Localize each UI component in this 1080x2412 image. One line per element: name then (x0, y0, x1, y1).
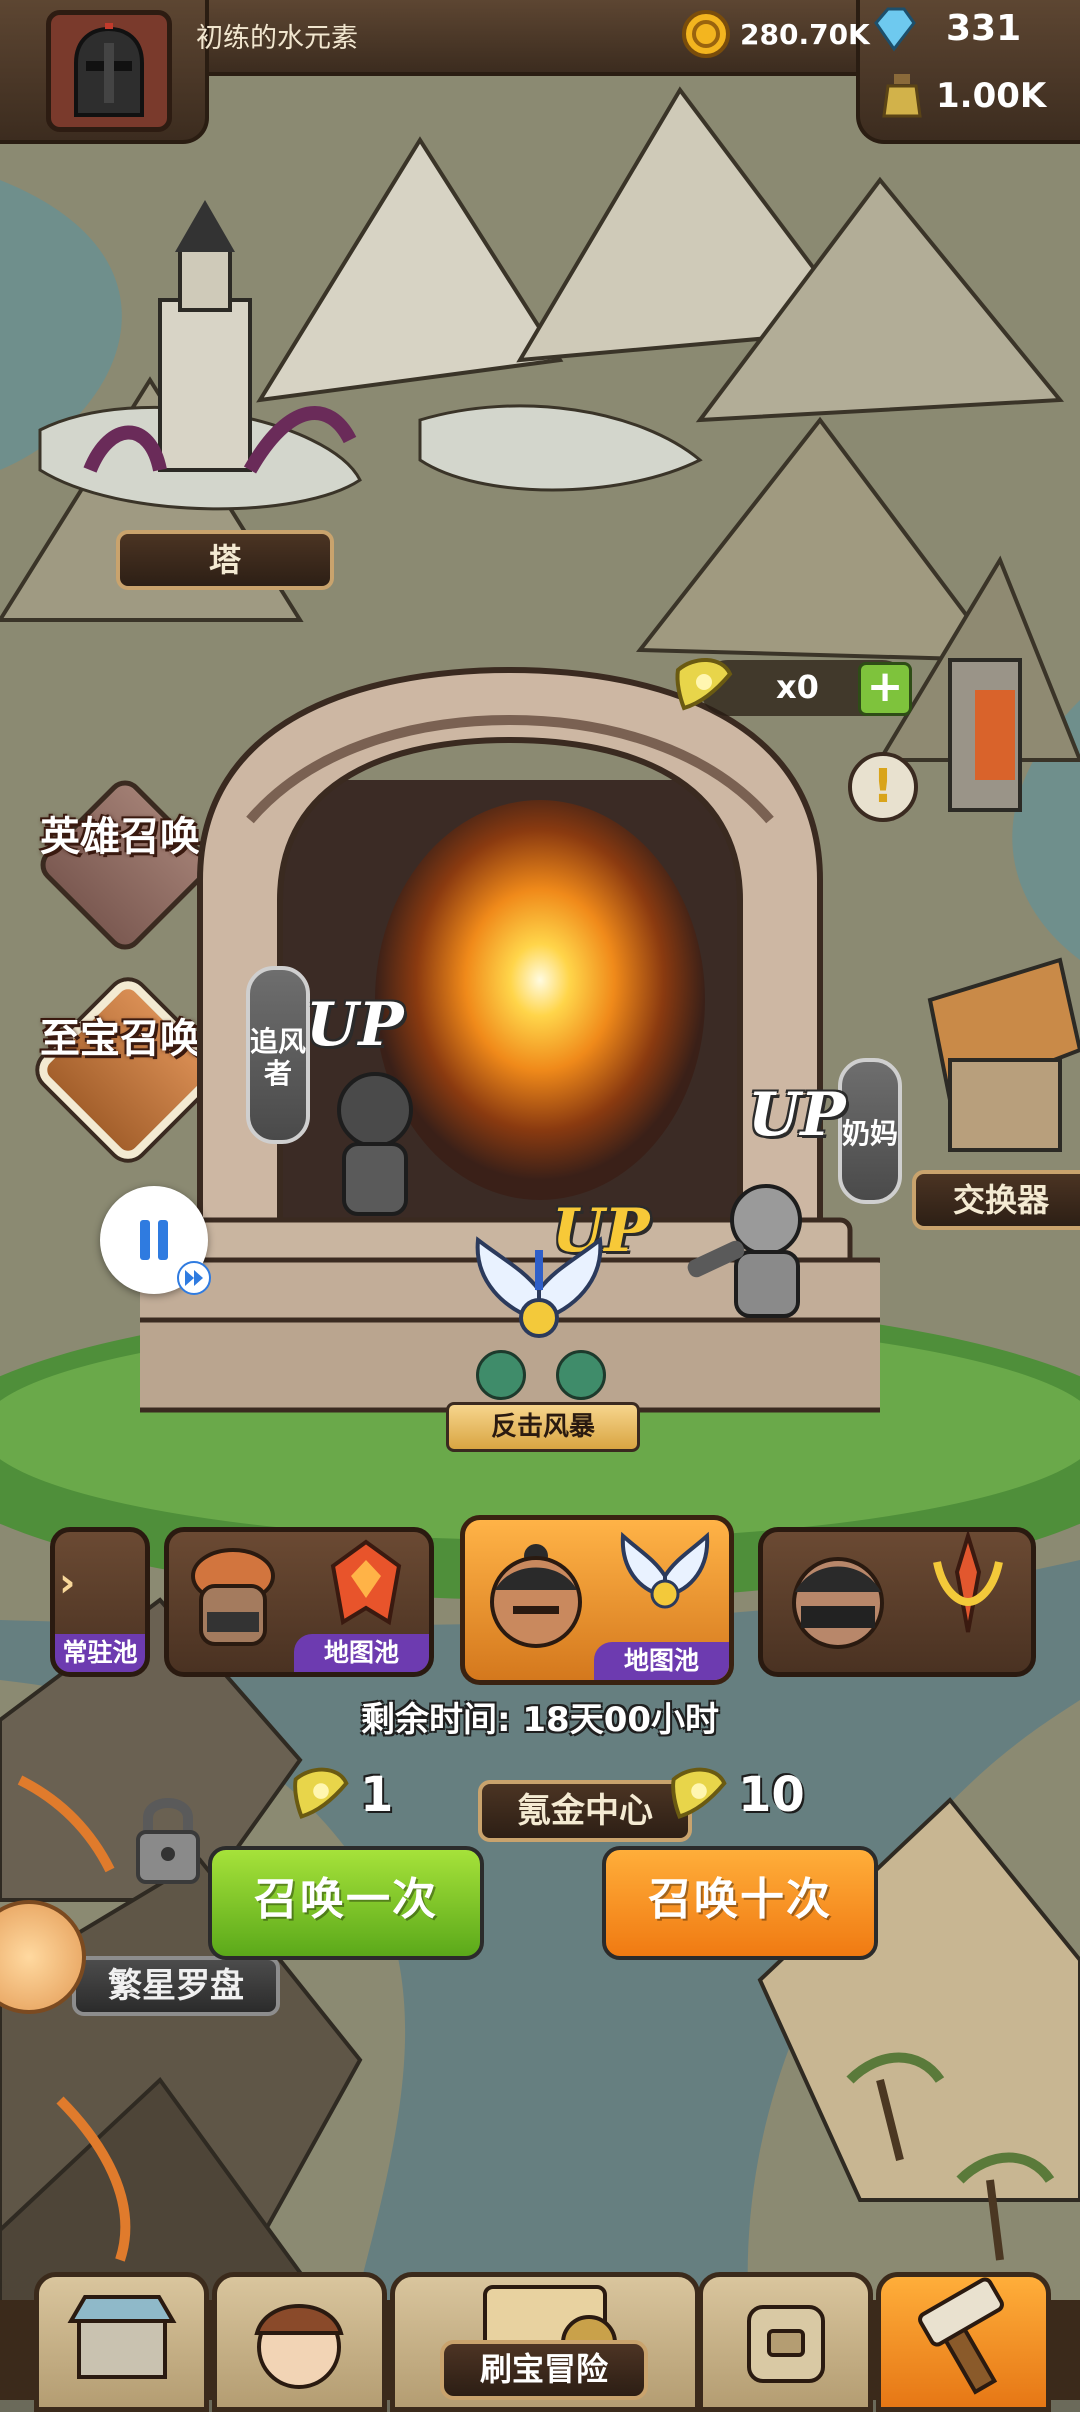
right-hero-up-label: UP (748, 1080, 846, 1150)
gold-coin-icon (682, 10, 730, 58)
hammer-icon (918, 2277, 1004, 2395)
adventure-label: 刷宝冒险 (440, 2340, 648, 2400)
star-compass-sign[interactable]: 繁星罗盘 (72, 1956, 280, 2016)
player-avatar[interactable] (46, 10, 172, 132)
hero-portrait-masked (792, 1557, 884, 1649)
single-summon-cost: 1 (282, 1756, 393, 1834)
ten-summon-cost: 10 (660, 1756, 805, 1834)
skill-name: 反击风暴 (490, 1412, 595, 1442)
blue-gem-icon (874, 7, 916, 52)
potion-bottle-icon (882, 74, 922, 118)
ten-cost-value: 10 (738, 1767, 805, 1823)
pool-tag-map-2: 地图池 (594, 1642, 729, 1680)
skill-icons-row (476, 1350, 606, 1400)
hero-portrait-turban (191, 1548, 275, 1646)
chevron-left-icon: › (59, 1560, 76, 1606)
left-hero-up-label: UP (306, 990, 404, 1060)
backpack-icon (747, 2305, 825, 2383)
remaining-time: 剩余时间: 18天00小时 (360, 1700, 720, 1740)
pool-card-map-2-selected[interactable]: 地图池 (460, 1515, 734, 1685)
summon-scroll-icon (293, 1767, 349, 1819)
hero-avatar-icon (254, 2304, 344, 2389)
knight-helmet-icon (74, 23, 144, 117)
potion-counter[interactable]: 1.00K (876, 70, 1046, 122)
gold-value: 280.70K (740, 17, 870, 51)
left-hero-name: 追风者 (250, 1025, 307, 1090)
left-hero-silhouette (337, 1072, 413, 1216)
player-name: 初练的水元素 (196, 23, 358, 54)
left-hero-tag[interactable]: 追风者 (246, 966, 310, 1144)
gold-counter[interactable]: 280.70K (680, 8, 870, 60)
right-hero-silhouette (687, 1184, 802, 1318)
lock-icon (136, 1798, 200, 1884)
skill-icon-1[interactable] (476, 1350, 526, 1400)
gem-counter[interactable]: 331 (874, 7, 1022, 52)
ticket-count: x0 (776, 668, 819, 706)
summon-scroll-icon (675, 657, 733, 711)
pool-tag-map-1: 地图池 (294, 1634, 429, 1672)
phoenix-emblem-icon (330, 1539, 402, 1626)
nav-forge-active[interactable] (876, 2272, 1051, 2412)
pool-card-other[interactable] (758, 1527, 1036, 1677)
hero-portrait-topknot (490, 1544, 582, 1648)
pool-card-map-1[interactable]: 地图池 (164, 1527, 434, 1677)
right-hero-name: 奶妈 (842, 1117, 899, 1150)
fast-forward-icon[interactable] (176, 1260, 212, 1296)
wing-emblem-icon (475, 1236, 603, 1338)
add-ticket-button[interactable]: + (858, 662, 912, 716)
summon-ticket-counter: x0 + (675, 657, 912, 716)
avatar-frame (0, 0, 209, 144)
pool-card-standard[interactable]: › 常驻池 (50, 1527, 150, 1677)
nav-shop[interactable] (34, 2272, 209, 2412)
summon-scroll-icon (671, 1767, 727, 1819)
single-cost-value: 1 (360, 1767, 394, 1823)
right-hero-tag[interactable]: 奶妈 (838, 1058, 902, 1204)
alert-bubble-icon[interactable]: ! (848, 752, 918, 822)
wing-pool-emblem-icon (620, 1531, 710, 1609)
nav-inventory[interactable] (698, 2272, 873, 2412)
trident-emblem-icon (933, 1532, 1003, 1633)
gem-value: 331 (946, 8, 1022, 49)
skill-icon-2[interactable] (556, 1350, 606, 1400)
summon-ten-button[interactable]: 召唤十次 (602, 1846, 878, 1960)
summon-pool-selector: › 常驻池 地图池 地图池 (50, 1515, 1050, 1685)
top-bar: 初练的水元素 280.70K 331 1.00K (0, 0, 1080, 144)
skill-name-badge[interactable]: 反击风暴 (446, 1402, 640, 1452)
pool-tag-standard: 常驻池 (55, 1634, 145, 1672)
potion-value: 1.00K (936, 76, 1047, 116)
tower-sign[interactable]: 塔 (116, 530, 334, 590)
nav-heroes[interactable] (212, 2272, 387, 2412)
shop-icon (67, 2295, 177, 2379)
exchanger-sign[interactable]: 交换器 (912, 1170, 1080, 1230)
auto-pause-button[interactable] (100, 1186, 211, 1295)
summon-once-button[interactable]: 召唤一次 (208, 1846, 484, 1960)
